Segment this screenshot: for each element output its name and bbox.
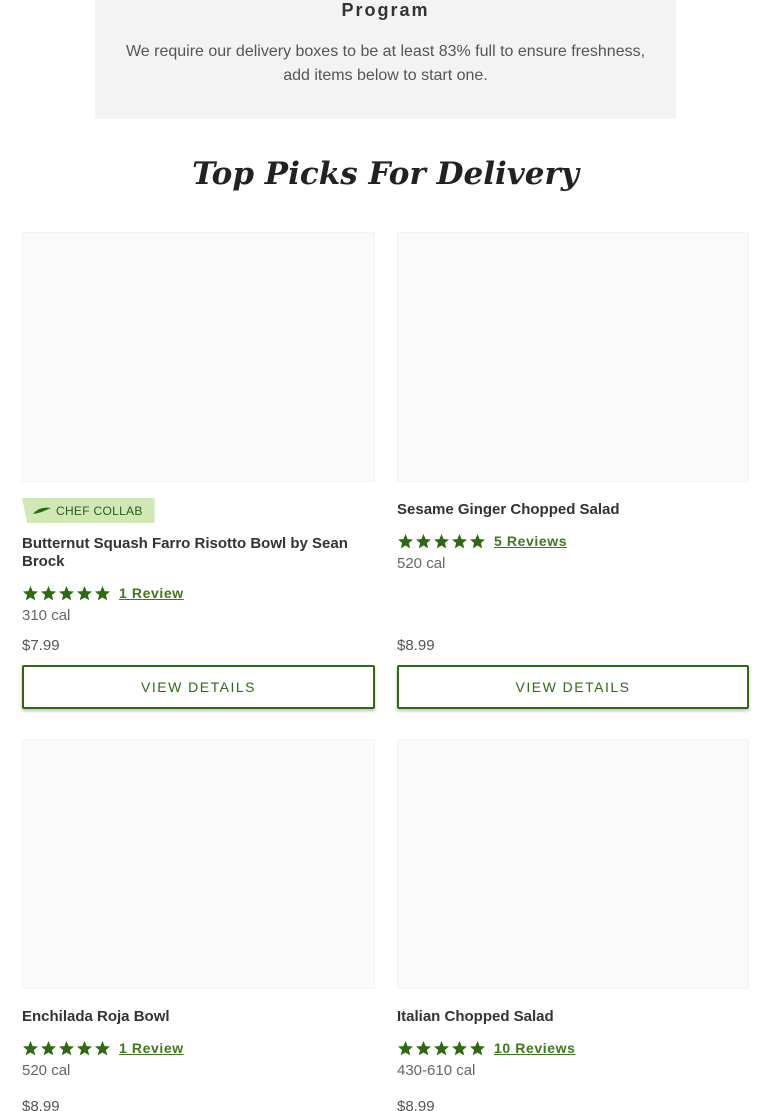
price: $8.99: [22, 1098, 60, 1111]
product-card: Chef Collab Butternut Squash Farro Risot…: [22, 232, 375, 624]
product-title[interactable]: Italian Chopped Salad: [397, 1008, 749, 1026]
reviews-link[interactable]: 1 Review: [119, 585, 184, 601]
calories: 520 cal: [22, 1062, 71, 1079]
star-icon: [77, 1040, 92, 1055]
star-icon: [23, 585, 38, 600]
star-icon: [59, 1040, 74, 1055]
chef-collab-badge: Chef Collab: [22, 498, 155, 523]
rating: 1 Review: [22, 1039, 375, 1057]
price: $8.99: [397, 637, 435, 654]
star-rating: [397, 533, 487, 550]
product-image[interactable]: [22, 232, 375, 482]
product-card: Italian Chopped Salad 10 Reviews 430-610…: [397, 739, 749, 1079]
banner-title: Program: [341, 0, 430, 20]
banner-text: We require our delivery boxes to be at l…: [125, 43, 646, 84]
product-title[interactable]: Butternut Squash Farro Risotto Bowl by S…: [22, 535, 375, 571]
rating: 1 Review: [22, 584, 375, 602]
section-title: Top Picks For Delivery: [192, 156, 579, 192]
product-card: Enchilada Roja Bowl 1 Review 520 cal: [22, 739, 375, 1079]
star-icon: [59, 585, 74, 600]
reviews-link[interactable]: 5 Reviews: [494, 533, 567, 549]
product-image[interactable]: [397, 232, 749, 482]
star-icon: [41, 585, 56, 600]
star-icon: [95, 1040, 110, 1055]
star-rating: [22, 585, 112, 602]
product-card: Sesame Ginger Chopped Salad 5 Reviews 52…: [397, 232, 749, 572]
star-icon: [470, 533, 485, 548]
star-icon: [416, 533, 431, 548]
star-icon: [77, 585, 92, 600]
rating: 5 Reviews: [397, 532, 749, 550]
calories: 430-610 cal: [397, 1062, 476, 1079]
star-rating: [22, 1040, 112, 1057]
view-details-button[interactable]: View Details: [22, 665, 375, 709]
star-icon: [398, 1040, 413, 1055]
star-icon: [95, 585, 110, 600]
calories: 310 cal: [22, 607, 71, 624]
star-icon: [434, 533, 449, 548]
product-title[interactable]: Enchilada Roja Bowl: [22, 1008, 375, 1026]
star-rating: [397, 1040, 487, 1057]
view-details-button[interactable]: View Details: [397, 665, 749, 709]
star-icon: [398, 533, 413, 548]
star-icon: [452, 533, 467, 548]
product-title[interactable]: Sesame Ginger Chopped Salad: [397, 501, 749, 519]
reviews-link[interactable]: 10 Reviews: [494, 1040, 576, 1056]
star-icon: [416, 1040, 431, 1055]
badge-label: Chef Collab: [56, 503, 143, 518]
delivery-info-banner: Program We require our delivery boxes to…: [95, 0, 676, 119]
calories: 520 cal: [397, 555, 446, 572]
reviews-link[interactable]: 1 Review: [119, 1040, 184, 1056]
price: $8.99: [397, 1098, 435, 1111]
star-icon: [452, 1040, 467, 1055]
price: $7.99: [22, 637, 60, 654]
product-image[interactable]: [397, 739, 749, 989]
rating: 10 Reviews: [397, 1039, 749, 1057]
leaf-icon: [33, 507, 51, 514]
star-icon: [23, 1040, 38, 1055]
product-image[interactable]: [22, 739, 375, 989]
star-icon: [434, 1040, 449, 1055]
star-icon: [41, 1040, 56, 1055]
star-icon: [470, 1040, 485, 1055]
